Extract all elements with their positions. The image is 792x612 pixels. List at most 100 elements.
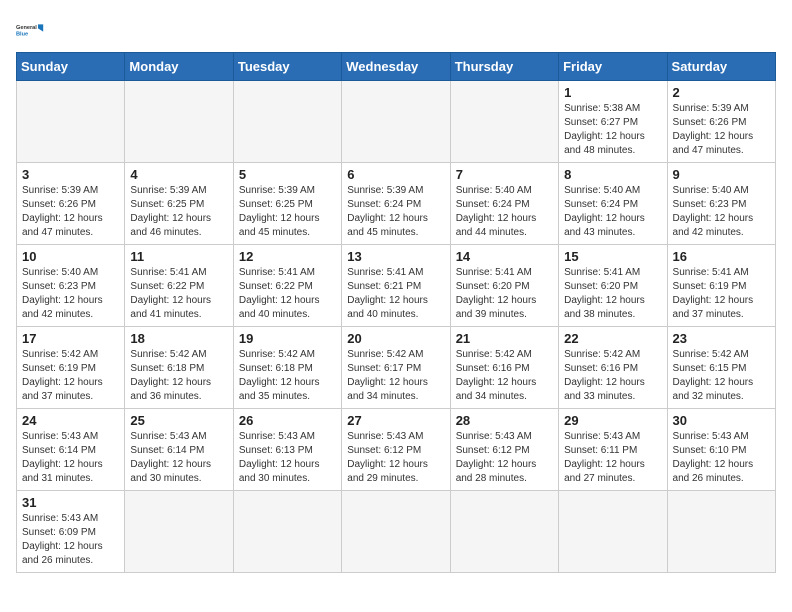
weekday-header-tuesday: Tuesday bbox=[233, 53, 341, 81]
day-number: 2 bbox=[673, 85, 770, 100]
calendar-day-cell: 10 Sunrise: 5:40 AM Sunset: 6:23 PM Dayli… bbox=[17, 245, 125, 327]
calendar-day-cell: 15 Sunrise: 5:41 AM Sunset: 6:20 PM Dayli… bbox=[559, 245, 667, 327]
day-number: 21 bbox=[456, 331, 553, 346]
calendar-day-cell bbox=[342, 491, 450, 573]
calendar-week-row: 24 Sunrise: 5:43 AM Sunset: 6:14 PM Dayli… bbox=[17, 409, 776, 491]
day-info: Sunrise: 5:41 AM Sunset: 6:20 PM Dayligh… bbox=[456, 266, 553, 322]
calendar-day-cell bbox=[667, 491, 775, 573]
day-number: 20 bbox=[347, 331, 444, 346]
day-info: Sunrise: 5:41 AM Sunset: 6:21 PM Dayligh… bbox=[347, 266, 444, 322]
calendar-day-cell: 30 Sunrise: 5:43 AM Sunset: 6:10 PM Dayli… bbox=[667, 409, 775, 491]
day-info: Sunrise: 5:43 AM Sunset: 6:14 PM Dayligh… bbox=[130, 430, 227, 486]
day-number: 30 bbox=[673, 413, 770, 428]
calendar-table: SundayMondayTuesdayWednesdayThursdayFrid… bbox=[16, 52, 776, 573]
calendar-day-cell: 27 Sunrise: 5:43 AM Sunset: 6:12 PM Dayli… bbox=[342, 409, 450, 491]
calendar-day-cell: 17 Sunrise: 5:42 AM Sunset: 6:19 PM Dayli… bbox=[17, 327, 125, 409]
day-number: 23 bbox=[673, 331, 770, 346]
day-info: Sunrise: 5:42 AM Sunset: 6:18 PM Dayligh… bbox=[130, 348, 227, 404]
day-info: Sunrise: 5:40 AM Sunset: 6:24 PM Dayligh… bbox=[564, 184, 661, 240]
calendar-day-cell bbox=[125, 81, 233, 163]
day-info: Sunrise: 5:39 AM Sunset: 6:25 PM Dayligh… bbox=[130, 184, 227, 240]
calendar-week-row: 17 Sunrise: 5:42 AM Sunset: 6:19 PM Dayli… bbox=[17, 327, 776, 409]
calendar-day-cell bbox=[450, 491, 558, 573]
calendar-day-cell: 11Sunrise: 5:41 AM Sunset: 6:22 PM Dayli… bbox=[125, 245, 233, 327]
calendar-day-cell: 18 Sunrise: 5:42 AM Sunset: 6:18 PM Dayli… bbox=[125, 327, 233, 409]
day-number: 8 bbox=[564, 167, 661, 182]
day-info: Sunrise: 5:43 AM Sunset: 6:13 PM Dayligh… bbox=[239, 430, 336, 486]
page-header: GeneralBlue bbox=[16, 16, 776, 44]
day-info: Sunrise: 5:42 AM Sunset: 6:15 PM Dayligh… bbox=[673, 348, 770, 404]
day-info: Sunrise: 5:39 AM Sunset: 6:25 PM Dayligh… bbox=[239, 184, 336, 240]
day-info: Sunrise: 5:41 AM Sunset: 6:22 PM Dayligh… bbox=[130, 266, 227, 322]
day-info: Sunrise: 5:42 AM Sunset: 6:17 PM Dayligh… bbox=[347, 348, 444, 404]
day-number: 15 bbox=[564, 249, 661, 264]
day-number: 18 bbox=[130, 331, 227, 346]
day-info: Sunrise: 5:43 AM Sunset: 6:10 PM Dayligh… bbox=[673, 430, 770, 486]
day-number: 31 bbox=[22, 495, 119, 510]
day-number: 6 bbox=[347, 167, 444, 182]
day-info: Sunrise: 5:42 AM Sunset: 6:16 PM Dayligh… bbox=[564, 348, 661, 404]
day-info: Sunrise: 5:41 AM Sunset: 6:20 PM Dayligh… bbox=[564, 266, 661, 322]
calendar-day-cell: 7 Sunrise: 5:40 AM Sunset: 6:24 PM Daylig… bbox=[450, 163, 558, 245]
day-info: Sunrise: 5:43 AM Sunset: 6:11 PM Dayligh… bbox=[564, 430, 661, 486]
day-number: 9 bbox=[673, 167, 770, 182]
calendar-week-row: 10 Sunrise: 5:40 AM Sunset: 6:23 PM Dayli… bbox=[17, 245, 776, 327]
day-info: Sunrise: 5:40 AM Sunset: 6:24 PM Dayligh… bbox=[456, 184, 553, 240]
day-number: 17 bbox=[22, 331, 119, 346]
weekday-header-wednesday: Wednesday bbox=[342, 53, 450, 81]
day-number: 22 bbox=[564, 331, 661, 346]
day-number: 10 bbox=[22, 249, 119, 264]
day-info: Sunrise: 5:43 AM Sunset: 6:12 PM Dayligh… bbox=[347, 430, 444, 486]
calendar-day-cell bbox=[559, 491, 667, 573]
calendar-day-cell: 19Sunrise: 5:42 AM Sunset: 6:18 PM Dayli… bbox=[233, 327, 341, 409]
day-number: 4 bbox=[130, 167, 227, 182]
calendar-day-cell: 23 Sunrise: 5:42 AM Sunset: 6:15 PM Dayli… bbox=[667, 327, 775, 409]
day-info: Sunrise: 5:40 AM Sunset: 6:23 PM Dayligh… bbox=[22, 266, 119, 322]
weekday-header-monday: Monday bbox=[125, 53, 233, 81]
calendar-day-cell bbox=[450, 81, 558, 163]
calendar-week-row: 3Sunrise: 5:39 AM Sunset: 6:26 PM Daylig… bbox=[17, 163, 776, 245]
calendar-day-cell: 26Sunrise: 5:43 AM Sunset: 6:13 PM Dayli… bbox=[233, 409, 341, 491]
calendar-day-cell: 28 Sunrise: 5:43 AM Sunset: 6:12 PM Dayli… bbox=[450, 409, 558, 491]
calendar-day-cell bbox=[125, 491, 233, 573]
day-info: Sunrise: 5:43 AM Sunset: 6:14 PM Dayligh… bbox=[22, 430, 119, 486]
calendar-day-cell: 21Sunrise: 5:42 AM Sunset: 6:16 PM Dayli… bbox=[450, 327, 558, 409]
calendar-day-cell: 14 Sunrise: 5:41 AM Sunset: 6:20 PM Dayli… bbox=[450, 245, 558, 327]
svg-text:Blue: Blue bbox=[16, 32, 28, 38]
generalblue-logo-icon: GeneralBlue bbox=[16, 16, 44, 44]
day-number: 16 bbox=[673, 249, 770, 264]
day-info: Sunrise: 5:43 AM Sunset: 6:12 PM Dayligh… bbox=[456, 430, 553, 486]
day-info: Sunrise: 5:42 AM Sunset: 6:19 PM Dayligh… bbox=[22, 348, 119, 404]
weekday-header-thursday: Thursday bbox=[450, 53, 558, 81]
day-info: Sunrise: 5:39 AM Sunset: 6:26 PM Dayligh… bbox=[673, 102, 770, 158]
day-number: 29 bbox=[564, 413, 661, 428]
day-info: Sunrise: 5:39 AM Sunset: 6:24 PM Dayligh… bbox=[347, 184, 444, 240]
calendar-day-cell: 13 Sunrise: 5:41 AM Sunset: 6:21 PM Dayli… bbox=[342, 245, 450, 327]
day-number: 14 bbox=[456, 249, 553, 264]
day-number: 3 bbox=[22, 167, 119, 182]
calendar-day-cell: 9 Sunrise: 5:40 AM Sunset: 6:23 PM Daylig… bbox=[667, 163, 775, 245]
day-number: 27 bbox=[347, 413, 444, 428]
calendar-day-cell: 3Sunrise: 5:39 AM Sunset: 6:26 PM Daylig… bbox=[17, 163, 125, 245]
calendar-day-cell: 4 Sunrise: 5:39 AM Sunset: 6:25 PM Daylig… bbox=[125, 163, 233, 245]
calendar-day-cell: 8 Sunrise: 5:40 AM Sunset: 6:24 PM Daylig… bbox=[559, 163, 667, 245]
day-number: 24 bbox=[22, 413, 119, 428]
day-number: 28 bbox=[456, 413, 553, 428]
svg-text:General: General bbox=[16, 25, 37, 31]
day-number: 13 bbox=[347, 249, 444, 264]
day-info: Sunrise: 5:40 AM Sunset: 6:23 PM Dayligh… bbox=[673, 184, 770, 240]
day-number: 7 bbox=[456, 167, 553, 182]
calendar-day-cell: 25Sunrise: 5:43 AM Sunset: 6:14 PM Dayli… bbox=[125, 409, 233, 491]
calendar-day-cell: 22 Sunrise: 5:42 AM Sunset: 6:16 PM Dayli… bbox=[559, 327, 667, 409]
day-info: Sunrise: 5:38 AM Sunset: 6:27 PM Dayligh… bbox=[564, 102, 661, 158]
day-info: Sunrise: 5:41 AM Sunset: 6:22 PM Dayligh… bbox=[239, 266, 336, 322]
calendar-day-cell: 16Sunrise: 5:41 AM Sunset: 6:19 PM Dayli… bbox=[667, 245, 775, 327]
calendar-day-cell: 20 Sunrise: 5:42 AM Sunset: 6:17 PM Dayli… bbox=[342, 327, 450, 409]
calendar-day-cell: 31Sunrise: 5:43 AM Sunset: 6:09 PM Dayli… bbox=[17, 491, 125, 573]
day-number: 5 bbox=[239, 167, 336, 182]
weekday-header-sunday: Sunday bbox=[17, 53, 125, 81]
calendar-day-cell: 24 Sunrise: 5:43 AM Sunset: 6:14 PM Dayli… bbox=[17, 409, 125, 491]
calendar-day-cell: 1Sunrise: 5:38 AM Sunset: 6:27 PM Daylig… bbox=[559, 81, 667, 163]
calendar-week-row: 1Sunrise: 5:38 AM Sunset: 6:27 PM Daylig… bbox=[17, 81, 776, 163]
calendar-day-cell bbox=[17, 81, 125, 163]
